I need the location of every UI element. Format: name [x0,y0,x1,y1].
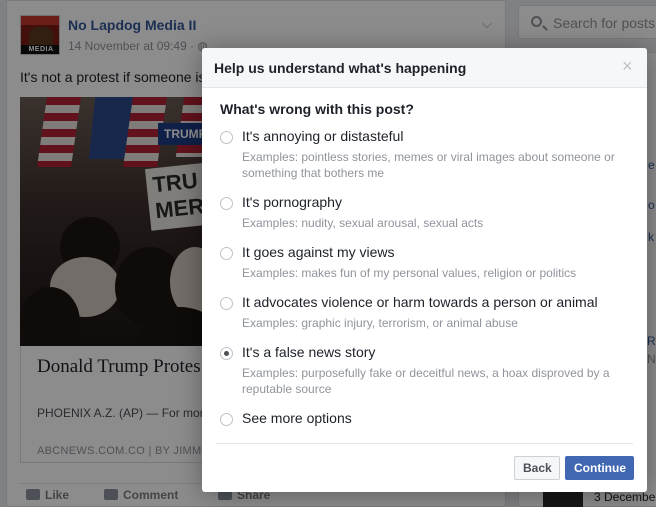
option-description: Examples: purposefully fake or deceitful… [242,366,610,396]
radio-button-selected[interactable] [220,347,233,360]
option-description: Examples: nudity, sexual arousal, sexual… [242,216,484,230]
radio-button[interactable] [220,197,233,210]
dialog-question: What's wrong with this post? [220,101,414,117]
option-see-more[interactable]: See more options [220,410,635,430]
option-false-news[interactable]: It's a false news story Examples: purpos… [220,344,635,396]
option-label: See more options [242,410,352,426]
back-button[interactable]: Back [514,456,560,480]
radio-button[interactable] [220,413,233,426]
option-description: Examples: makes fun of my personal value… [242,266,577,280]
option-pornography[interactable]: It's pornography Examples: nudity, sexua… [220,194,635,230]
option-label: It's a false news story [242,344,376,360]
radio-button[interactable] [220,297,233,310]
option-description: Examples: pointless stories, memes or vi… [242,150,615,180]
option-label: It goes against my views [242,244,395,260]
dialog-header: Help us understand what's happening × [202,48,647,88]
option-description: Examples: graphic injury, terrorism, or … [242,316,518,330]
report-post-dialog: Help us understand what's happening × Wh… [202,48,647,492]
dialog-title: Help us understand what's happening [214,60,467,76]
option-annoying[interactable]: It's annoying or distasteful Examples: p… [220,128,635,180]
dialog-divider [216,443,633,444]
continue-button[interactable]: Continue [565,456,634,480]
option-violence[interactable]: It advocates violence or harm towards a … [220,294,635,330]
radio-button[interactable] [220,247,233,260]
option-against-views[interactable]: It goes against my views Examples: makes… [220,244,635,280]
option-label: It's annoying or distasteful [242,128,404,144]
radio-button[interactable] [220,131,233,144]
option-label: It advocates violence or harm towards a … [242,294,598,310]
option-label: It's pornography [242,194,342,210]
close-icon[interactable]: × [622,56,633,77]
